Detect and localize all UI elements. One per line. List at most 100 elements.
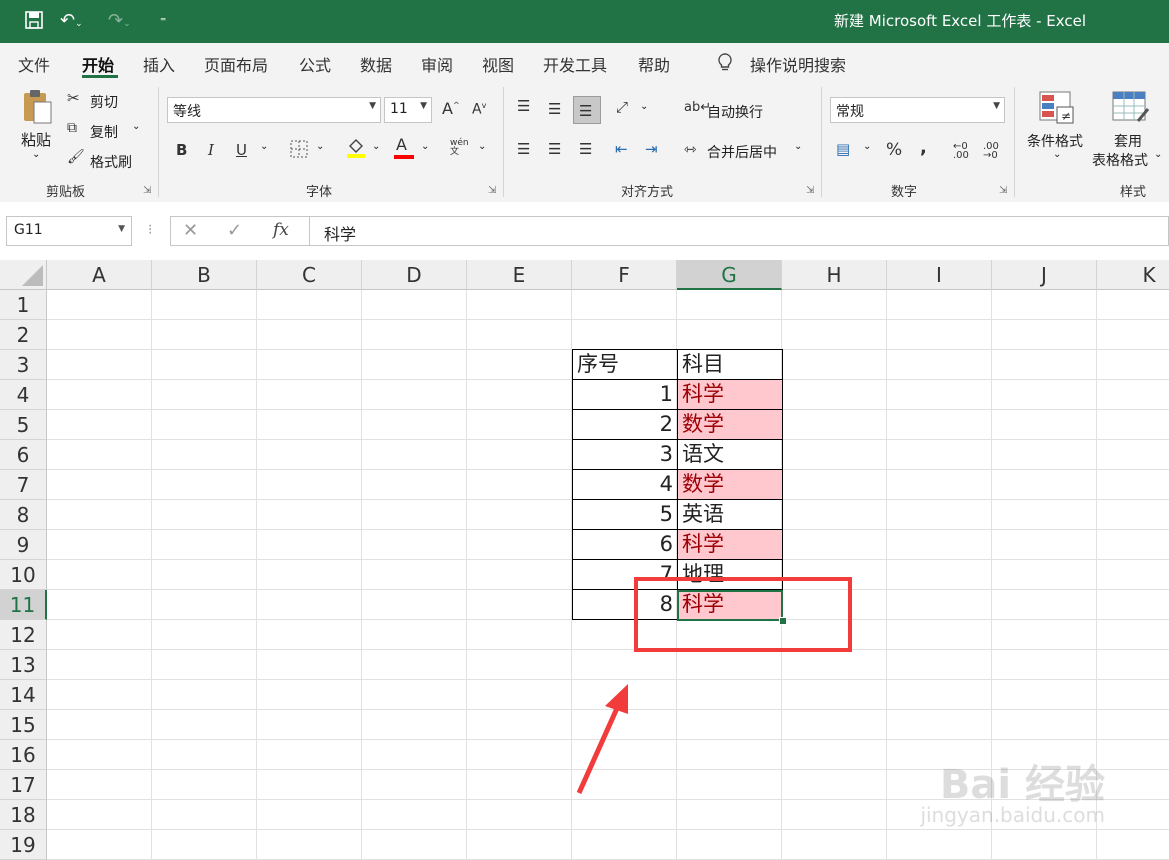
- select-all-button[interactable]: [0, 260, 47, 290]
- format-as-table-dropdown-icon[interactable]: ⌄: [1154, 149, 1162, 160]
- row-header-14[interactable]: 14: [0, 680, 47, 710]
- cell-k14[interactable]: [1097, 680, 1169, 710]
- cell-b14[interactable]: [152, 680, 257, 710]
- cell-c15[interactable]: [257, 710, 362, 740]
- cell-a9[interactable]: [47, 530, 152, 560]
- row-header-2[interactable]: 2: [0, 320, 47, 350]
- column-header-k[interactable]: K: [1097, 260, 1169, 290]
- cell-k15[interactable]: [1097, 710, 1169, 740]
- cell-g1[interactable]: [677, 290, 782, 320]
- row-header-1[interactable]: 1: [0, 290, 47, 320]
- cell-h5[interactable]: [782, 410, 887, 440]
- cell-a15[interactable]: [47, 710, 152, 740]
- cell-f13[interactable]: [572, 650, 677, 680]
- cell-k12[interactable]: [1097, 620, 1169, 650]
- cell-d12[interactable]: [362, 620, 467, 650]
- cell-b16[interactable]: [152, 740, 257, 770]
- cell-c8[interactable]: [257, 500, 362, 530]
- cell-k18[interactable]: [1097, 800, 1169, 830]
- cell-d10[interactable]: [362, 560, 467, 590]
- merge-dropdown-icon[interactable]: ⌄: [794, 141, 802, 152]
- cell-i3[interactable]: [887, 350, 992, 380]
- cell-i10[interactable]: [887, 560, 992, 590]
- number-format-box[interactable]: 常规 ▼: [830, 97, 1005, 123]
- cell-c2[interactable]: [257, 320, 362, 350]
- cell-a2[interactable]: [47, 320, 152, 350]
- fill-color-icon[interactable]: [346, 137, 366, 163]
- cell-e11[interactable]: [467, 590, 572, 620]
- cell-i11[interactable]: [887, 590, 992, 620]
- tab-developer[interactable]: 开发工具: [543, 52, 607, 76]
- row-header-13[interactable]: 13: [0, 650, 47, 680]
- cell-d7[interactable]: [362, 470, 467, 500]
- cell-g18[interactable]: [677, 800, 782, 830]
- borders-dropdown-icon[interactable]: ⌄: [316, 141, 324, 152]
- cell-h14[interactable]: [782, 680, 887, 710]
- cell-e1[interactable]: [467, 290, 572, 320]
- cell-j15[interactable]: [992, 710, 1097, 740]
- cell-i12[interactable]: [887, 620, 992, 650]
- cell-b13[interactable]: [152, 650, 257, 680]
- underline-dropdown-icon[interactable]: ⌄: [260, 141, 268, 152]
- cell-i13[interactable]: [887, 650, 992, 680]
- enter-icon[interactable]: ✓: [227, 220, 242, 241]
- cell-c6[interactable]: [257, 440, 362, 470]
- cell-d16[interactable]: [362, 740, 467, 770]
- cell-k5[interactable]: [1097, 410, 1169, 440]
- cell-k16[interactable]: [1097, 740, 1169, 770]
- cell-b10[interactable]: [152, 560, 257, 590]
- font-color-icon[interactable]: A: [396, 135, 407, 154]
- cell-d14[interactable]: [362, 680, 467, 710]
- bold-button[interactable]: B: [176, 141, 187, 159]
- format-as-table-label-2[interactable]: 表格格式: [1092, 150, 1148, 170]
- cell-d13[interactable]: [362, 650, 467, 680]
- cell-f2[interactable]: [572, 320, 677, 350]
- phonetic-icon[interactable]: wén 文: [450, 139, 469, 157]
- table-cell-num[interactable]: 6: [572, 529, 678, 560]
- tell-me-search[interactable]: 操作说明搜索: [750, 52, 846, 76]
- tab-page-layout[interactable]: 页面布局: [204, 52, 268, 76]
- cell-k4[interactable]: [1097, 380, 1169, 410]
- align-middle-icon[interactable]: ☰: [548, 100, 561, 118]
- cell-b7[interactable]: [152, 470, 257, 500]
- cell-a19[interactable]: [47, 830, 152, 860]
- cell-h13[interactable]: [782, 650, 887, 680]
- cell-c4[interactable]: [257, 380, 362, 410]
- number-launcher-icon[interactable]: ⇲: [999, 185, 1007, 196]
- cell-h6[interactable]: [782, 440, 887, 470]
- cell-c17[interactable]: [257, 770, 362, 800]
- paste-icon[interactable]: [21, 89, 53, 129]
- column-header-d[interactable]: D: [362, 260, 467, 290]
- cell-b1[interactable]: [152, 290, 257, 320]
- cell-a1[interactable]: [47, 290, 152, 320]
- cell-e15[interactable]: [467, 710, 572, 740]
- wrap-text-button[interactable]: 自动换行: [707, 102, 763, 122]
- percent-button[interactable]: %: [886, 140, 902, 160]
- row-header-10[interactable]: 10: [0, 560, 47, 590]
- cell-a16[interactable]: [47, 740, 152, 770]
- cell-e18[interactable]: [467, 800, 572, 830]
- cell-e4[interactable]: [467, 380, 572, 410]
- orientation-dropdown-icon[interactable]: ⌄: [640, 101, 648, 112]
- cell-d3[interactable]: [362, 350, 467, 380]
- column-header-g[interactable]: G: [677, 260, 782, 290]
- cell-i15[interactable]: [887, 710, 992, 740]
- cell-d2[interactable]: [362, 320, 467, 350]
- cell-i9[interactable]: [887, 530, 992, 560]
- cell-e2[interactable]: [467, 320, 572, 350]
- cell-j5[interactable]: [992, 410, 1097, 440]
- cell-c10[interactable]: [257, 560, 362, 590]
- row-header-7[interactable]: 7: [0, 470, 47, 500]
- cell-d4[interactable]: [362, 380, 467, 410]
- splitter-icon[interactable]: ⁝: [148, 222, 152, 238]
- column-header-f[interactable]: F: [572, 260, 677, 290]
- cell-b19[interactable]: [152, 830, 257, 860]
- row-header-9[interactable]: 9: [0, 530, 47, 560]
- cell-k10[interactable]: [1097, 560, 1169, 590]
- cell-e17[interactable]: [467, 770, 572, 800]
- align-left-icon[interactable]: ☰: [517, 140, 530, 158]
- cell-h4[interactable]: [782, 380, 887, 410]
- cell-c18[interactable]: [257, 800, 362, 830]
- cell-e13[interactable]: [467, 650, 572, 680]
- table-cell-subject[interactable]: 英语: [677, 499, 783, 530]
